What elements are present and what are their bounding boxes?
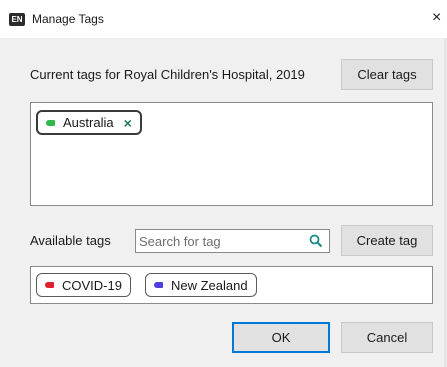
- current-tags-label: Current tags for Royal Children's Hospit…: [30, 67, 305, 82]
- tag-chip-covid-19[interactable]: COVID-19: [36, 273, 131, 297]
- tag-chip-new-zealand[interactable]: New Zealand: [145, 273, 257, 297]
- tag-chip-label: Australia: [63, 115, 114, 130]
- magnifier-icon[interactable]: [309, 234, 323, 248]
- tag-chip-label: COVID-19: [62, 277, 122, 293]
- tag-chip-australia[interactable]: Australia ×: [36, 110, 142, 135]
- tag-search-field[interactable]: [135, 229, 330, 253]
- tag-search-input[interactable]: [139, 232, 304, 250]
- clear-tags-button[interactable]: Clear tags: [341, 59, 433, 90]
- window-title: Manage Tags: [32, 12, 104, 26]
- tag-chip-label: New Zealand: [171, 277, 248, 293]
- ok-button[interactable]: OK: [232, 322, 330, 353]
- create-tag-button[interactable]: Create tag: [341, 225, 433, 256]
- remove-tag-icon[interactable]: ×: [124, 116, 132, 130]
- available-tags-label: Available tags: [30, 233, 111, 248]
- tag-color-dot: [46, 119, 55, 126]
- tag-color-dot: [154, 282, 163, 288]
- app-icon: EN: [9, 13, 25, 26]
- available-tags-panel: COVID-19 New Zealand: [30, 266, 433, 304]
- close-icon[interactable]: ×: [432, 9, 441, 27]
- tag-color-dot: [45, 282, 54, 288]
- current-tags-panel: Australia ×: [30, 102, 433, 206]
- cancel-button[interactable]: Cancel: [341, 322, 433, 353]
- titlebar: EN Manage Tags ×: [0, 0, 447, 38]
